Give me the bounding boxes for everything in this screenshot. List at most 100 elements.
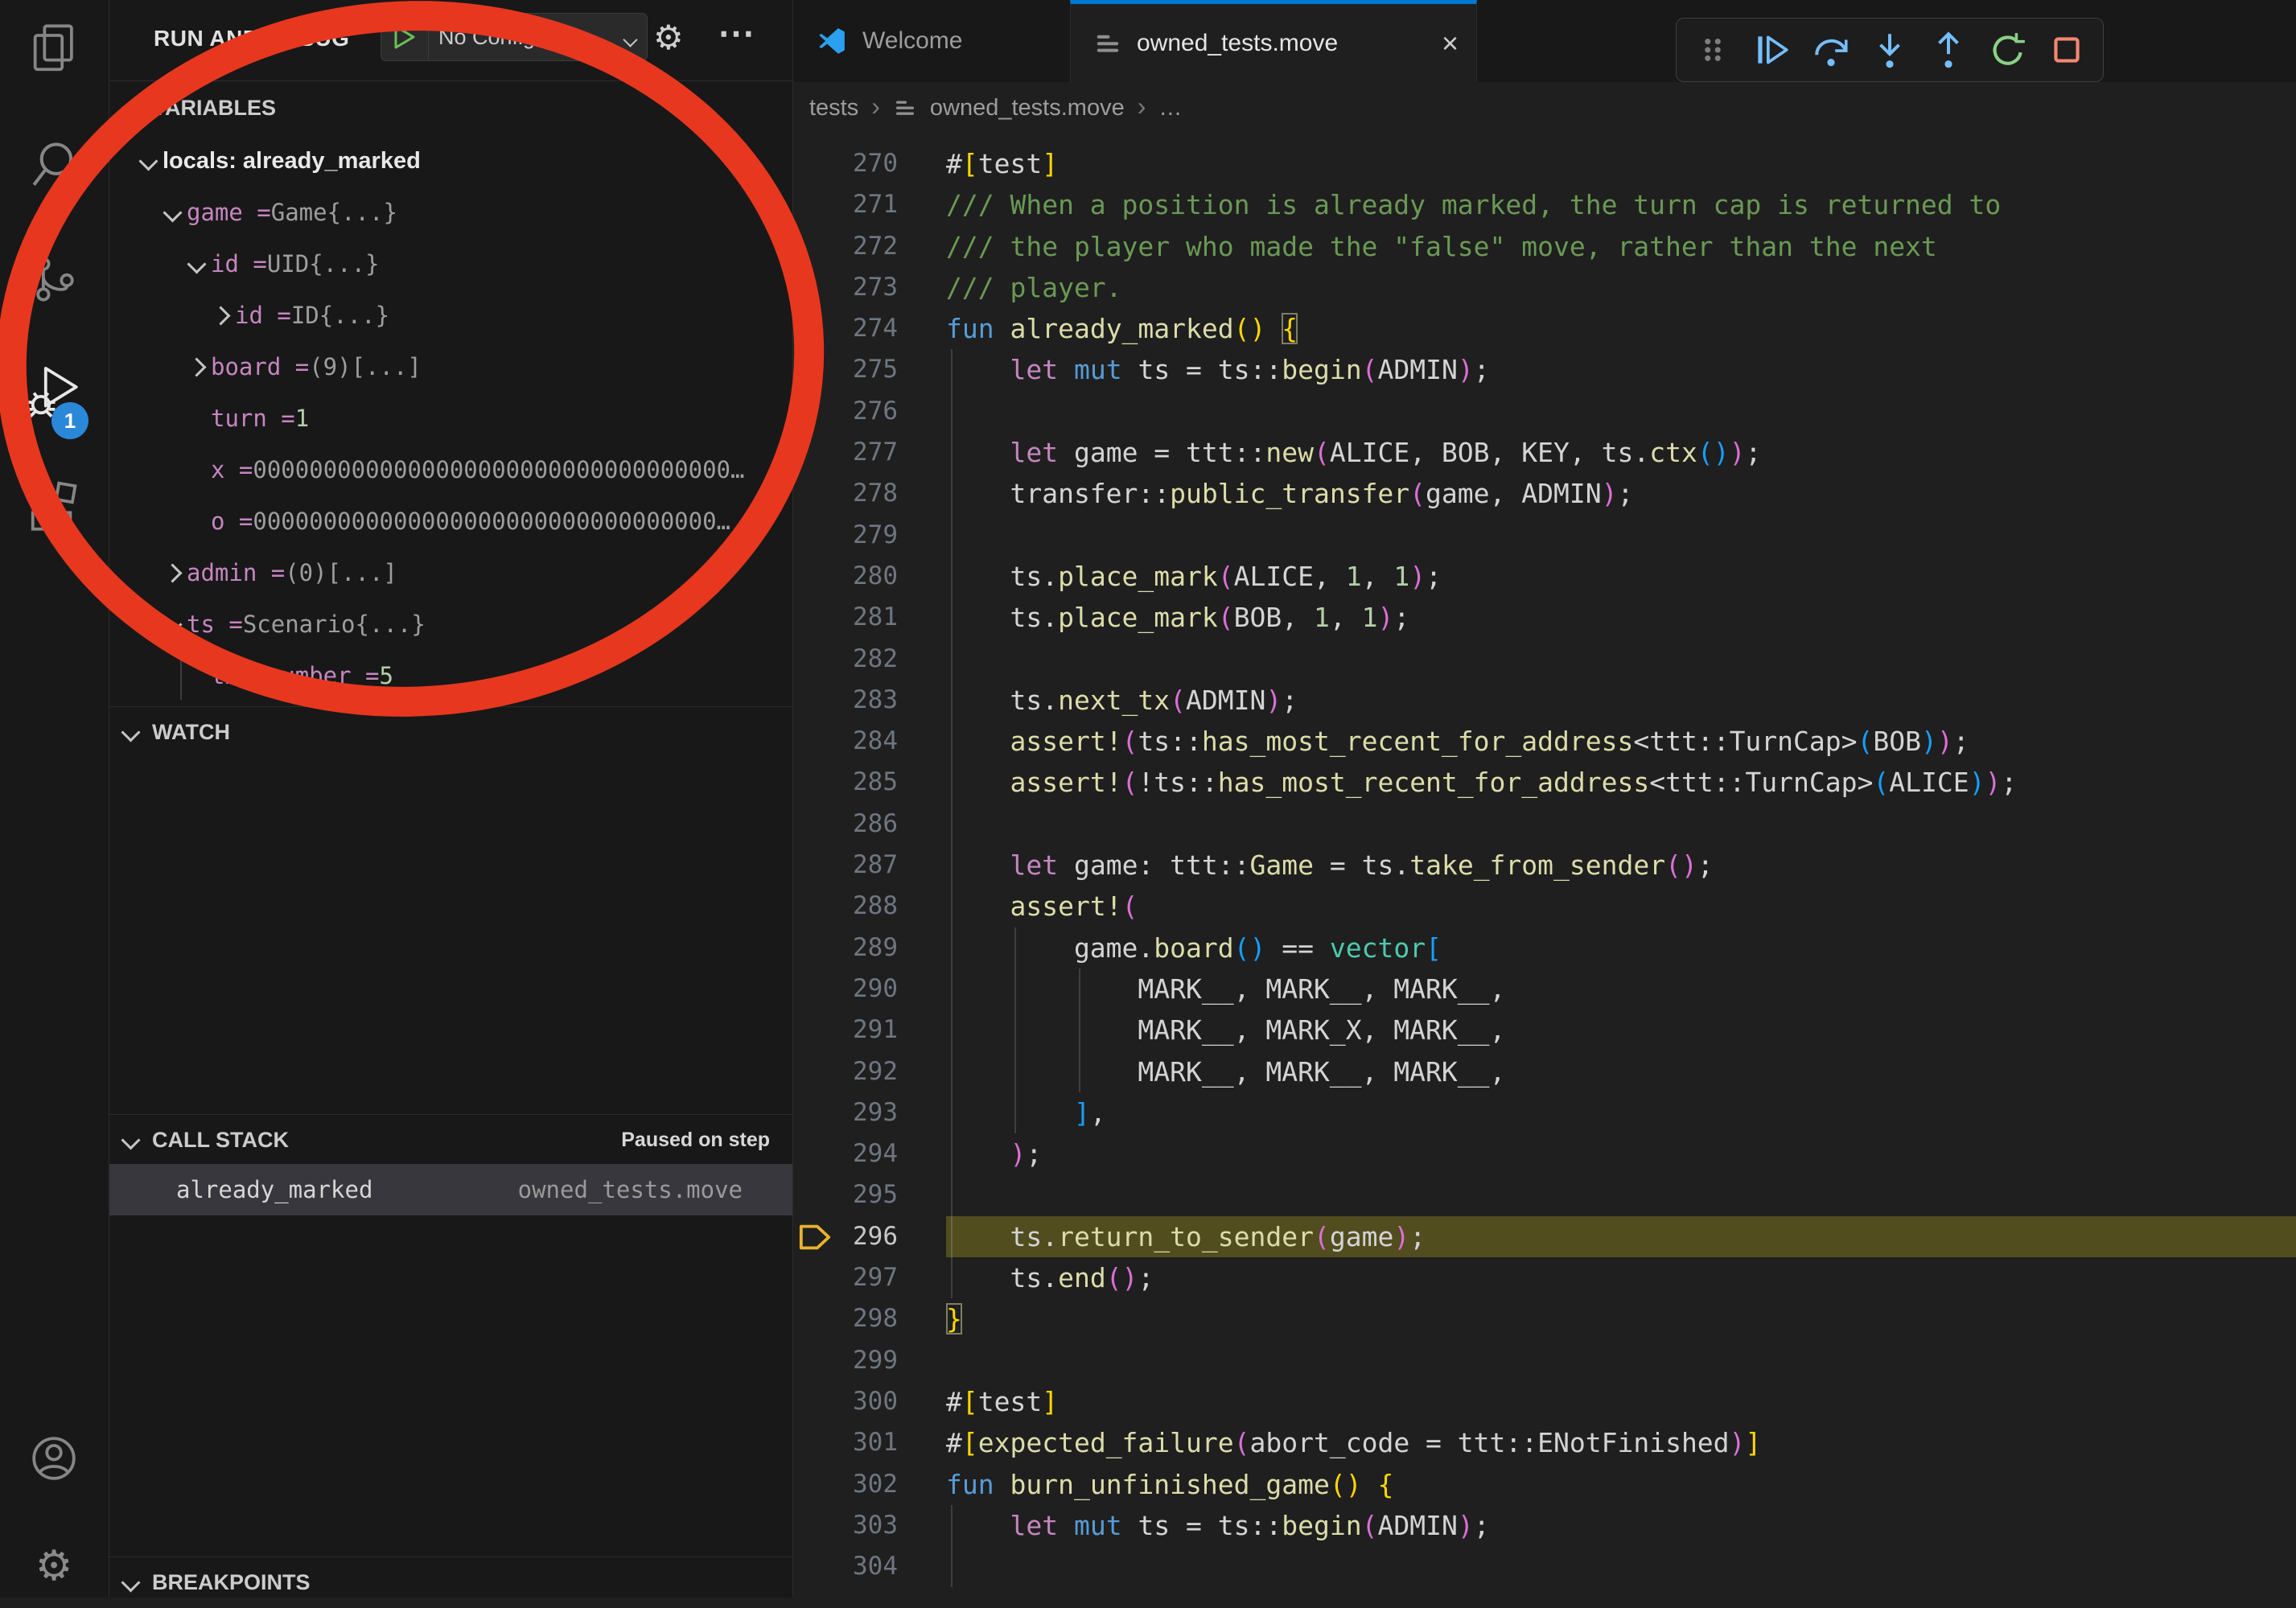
chevron-right-icon[interactable] xyxy=(158,566,187,580)
close-icon[interactable]: × xyxy=(1442,27,1459,60)
code-token: ( xyxy=(1122,767,1138,798)
chevron-down-icon[interactable] xyxy=(182,257,211,271)
indent-guide xyxy=(1079,1051,1080,1092)
activity-source-control-icon[interactable] xyxy=(26,251,82,307)
chevron-down-icon[interactable] xyxy=(158,206,187,220)
variable-row[interactable]: turn = 1 xyxy=(109,393,792,444)
activity-bar: 1⚙ xyxy=(0,0,109,1598)
call-stack-section-header[interactable]: CALL STACK Paused on step xyxy=(109,1114,792,1166)
indent-guide xyxy=(1014,1092,1016,1133)
chevron-down-icon[interactable] xyxy=(134,154,163,168)
variable-row[interactable]: txn_number = 5 xyxy=(109,650,792,701)
chevron-right-icon[interactable] xyxy=(206,309,235,323)
variable-row[interactable]: id = UID{...} xyxy=(109,238,792,290)
indent-guide xyxy=(951,680,953,721)
variable-row[interactable]: x = 0000000000000000000000000000000000… xyxy=(109,444,792,496)
breakpoints-section-header[interactable]: BREAKPOINTS xyxy=(109,1557,792,1608)
code-line: 282 xyxy=(793,639,2296,680)
code-token: abort_code = ttt::ENotFinished xyxy=(1250,1427,1730,1458)
chevron-down-icon[interactable] xyxy=(158,618,187,631)
code-token: test xyxy=(978,148,1042,179)
activity-explorer-icon[interactable] xyxy=(26,20,82,76)
step-out-icon[interactable] xyxy=(1925,27,1972,73)
activity-account-icon[interactable] xyxy=(26,1430,82,1487)
code-token: == xyxy=(1265,932,1329,964)
variable-value: ID{...} xyxy=(291,302,389,329)
activity-settings-icon[interactable]: ⚙ xyxy=(26,1538,82,1594)
variables-scope-row[interactable]: locals: already_marked xyxy=(109,135,792,187)
code-token xyxy=(1362,1469,1378,1500)
code-line-text: let game = ttt::new(ALICE, BOB, KEY, ts.… xyxy=(946,432,2296,473)
glyph-margin xyxy=(793,1422,833,1463)
debug-toolbar xyxy=(1676,18,2104,82)
code-token: assert! xyxy=(1010,890,1121,922)
variable-row[interactable]: id = ID{...} xyxy=(109,290,792,341)
glyph-margin xyxy=(793,556,833,597)
activity-extensions-icon[interactable] xyxy=(26,479,82,535)
code-token: begin xyxy=(1282,1510,1361,1541)
step-over-icon[interactable] xyxy=(1808,27,1854,73)
code-token: ] xyxy=(1042,148,1058,179)
run-and-debug-sidebar: RUN AND DEBUG No Configur… ⚙ ⋯ VARIABLES… xyxy=(109,0,793,1598)
line-number: 284 xyxy=(833,721,898,762)
code-token: () xyxy=(1330,1469,1362,1500)
code-token xyxy=(1265,313,1282,344)
code-line: 283 ts.next_tx(ADMIN); xyxy=(793,680,2296,721)
code-token: ts:: xyxy=(1138,726,1201,757)
call-stack-frame[interactable]: already_marked owned_tests.move xyxy=(109,1164,792,1215)
code-token xyxy=(946,1138,1010,1170)
glyph-margin xyxy=(793,1298,833,1339)
variable-row[interactable]: o = 000000000000000000000000000000000… xyxy=(109,496,792,547)
code-token: () xyxy=(1234,313,1266,344)
more-actions-icon[interactable]: ⋯ xyxy=(718,11,755,55)
breadcrumb-item-file[interactable]: owned_tests.move xyxy=(930,95,1125,121)
code-token: let xyxy=(1010,1510,1058,1541)
code-token: expected_failure xyxy=(978,1427,1234,1458)
breadcrumb-item-tests[interactable]: tests xyxy=(809,95,858,121)
code-line: 286 xyxy=(793,804,2296,845)
code-token: ts. xyxy=(946,1262,1058,1293)
code-token: board xyxy=(1154,932,1233,964)
breadcrumb-item-symbol[interactable]: … xyxy=(1158,95,1182,121)
stop-icon[interactable] xyxy=(2043,27,2090,73)
code-token: has_most_recent_for_address xyxy=(1202,726,1633,757)
code-token: [ xyxy=(962,1427,978,1458)
code-token: ) xyxy=(1921,726,1937,757)
line-number: 275 xyxy=(833,349,898,390)
code-token: ts. xyxy=(946,1221,1058,1252)
continue-icon[interactable] xyxy=(1748,27,1795,73)
line-number: 298 xyxy=(833,1298,898,1339)
watch-section-header[interactable]: WATCH xyxy=(109,706,792,758)
activity-search-icon[interactable] xyxy=(26,137,82,193)
code-token: ; xyxy=(1697,849,1714,881)
code-token: ADMIN xyxy=(1377,354,1457,385)
start-debug-icon[interactable] xyxy=(381,14,429,60)
drag-handle-icon[interactable] xyxy=(1689,27,1736,73)
line-number: 278 xyxy=(833,473,898,514)
variables-section-header[interactable]: VARIABLES xyxy=(109,82,792,134)
code-token: BOB, xyxy=(1234,602,1314,633)
debug-config-picker[interactable]: No Configur… xyxy=(381,13,648,61)
code-line-text xyxy=(946,515,2296,556)
variable-value: 0000000000000000000000000000000000… xyxy=(253,456,744,483)
restart-icon[interactable] xyxy=(1985,27,2031,73)
code-token: ts. xyxy=(946,561,1058,592)
variable-row[interactable]: board = (9)[...] xyxy=(109,341,792,393)
variable-row[interactable]: ts = Scenario{...} xyxy=(109,598,792,650)
indent-guide xyxy=(951,1133,953,1174)
variable-row[interactable]: game = Game{...} xyxy=(109,187,792,238)
glyph-margin xyxy=(793,473,833,514)
code-token: /// the player who made the "false" move… xyxy=(946,231,1937,262)
chevron-right-icon[interactable] xyxy=(182,360,211,374)
code-editor[interactable]: 270#[test]271/// When a position is alre… xyxy=(793,134,2296,1598)
tab-owned-tests-move[interactable]: owned_tests.move × xyxy=(1070,0,1477,82)
step-into-icon[interactable] xyxy=(1866,27,1913,73)
code-token: { xyxy=(1377,1469,1393,1500)
debug-settings-gear-icon[interactable]: ⚙ xyxy=(653,18,684,57)
line-number: 276 xyxy=(833,391,898,432)
variable-row[interactable]: admin = (0)[...] xyxy=(109,547,792,598)
code-token: ALICE, BOB, KEY, ts. xyxy=(1330,437,1649,468)
code-token: public_transfer xyxy=(1170,478,1409,509)
line-number: 301 xyxy=(833,1422,898,1463)
tab-welcome[interactable]: Welcome xyxy=(793,0,1070,82)
